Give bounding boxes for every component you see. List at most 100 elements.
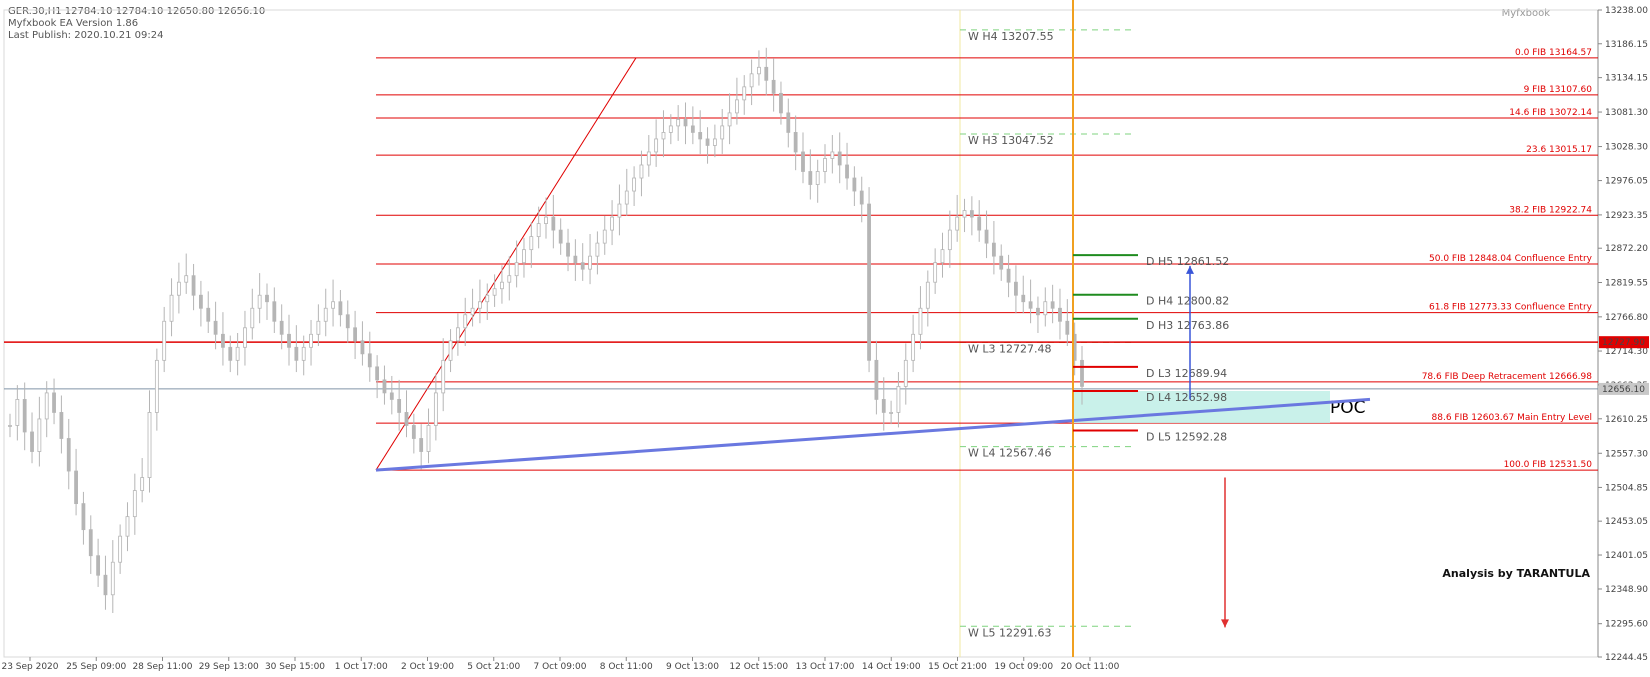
candle-body — [889, 412, 893, 414]
candle-body — [764, 66, 769, 81]
x-tick-label: 28 Sep 11:00 — [132, 662, 192, 672]
fib-label: 9 FIB 13107.60 — [1524, 85, 1593, 95]
candle-body — [81, 503, 86, 531]
y-tick-label: 12610.25 — [1605, 415, 1648, 425]
candle-body — [206, 307, 211, 322]
candle-body — [999, 255, 1004, 270]
x-tick-label: 14 Oct 19:00 — [862, 662, 921, 672]
candle-body — [595, 242, 600, 257]
candle-body — [823, 158, 827, 172]
candle-body — [125, 516, 130, 537]
x-tick-label: 25 Sep 09:00 — [66, 662, 126, 672]
candle-body — [661, 132, 666, 140]
candle-body — [1043, 301, 1048, 316]
candle-body — [279, 320, 284, 335]
candle-body — [933, 262, 938, 283]
candle-body — [492, 288, 497, 296]
candle-body — [272, 301, 277, 322]
candle-body — [881, 399, 886, 413]
y-tick-label: 12923.35 — [1605, 211, 1648, 221]
candle-body — [801, 151, 805, 172]
candle-body — [551, 216, 556, 231]
candle-body — [705, 138, 710, 146]
y-tick-label: 13081.30 — [1605, 108, 1648, 118]
y-tick-label: 12557.30 — [1605, 449, 1648, 459]
candle-body — [507, 275, 512, 283]
candle-body — [749, 73, 754, 88]
candle-body — [184, 275, 189, 283]
x-tick-label: 20 Oct 11:00 — [1061, 662, 1120, 672]
x-tick-label: 9 Oct 13:00 — [666, 662, 719, 672]
candle-body — [977, 216, 982, 231]
candle-body — [837, 151, 842, 166]
candle-body — [463, 314, 468, 329]
x-tick-label: 19 Oct 09:00 — [994, 662, 1053, 672]
candle-body — [984, 229, 989, 244]
candle-body — [903, 359, 908, 387]
candle-body — [382, 379, 387, 394]
candle-body — [250, 307, 255, 329]
y-tick-label: 13134.15 — [1605, 74, 1648, 84]
candle-body — [500, 281, 504, 290]
candle-body — [852, 177, 857, 192]
candle-body — [757, 66, 761, 75]
candle-body — [573, 255, 578, 264]
weekly-pivot-label: W H4 13207.55 — [968, 30, 1054, 43]
candle-body — [426, 425, 431, 452]
x-tick-label: 2 Oct 19:00 — [401, 662, 454, 672]
candle-body — [1080, 359, 1084, 387]
candle-body — [257, 294, 262, 309]
candle-body — [22, 399, 27, 433]
y-tick-label: 12976.05 — [1605, 177, 1648, 187]
candle-body — [815, 171, 820, 185]
candle-body — [419, 438, 424, 452]
fib-label: 78.6 FIB Deep Retracement 12666.98 — [1422, 372, 1593, 382]
candle-body — [30, 431, 34, 452]
candle-body — [176, 281, 181, 296]
candle-body — [698, 132, 703, 140]
x-tick-label: 5 Oct 21:00 — [467, 662, 520, 672]
daily-pivot-label: D H3 12763.86 — [1146, 319, 1229, 332]
candle-body — [654, 138, 659, 153]
fib-label: 14.6 FIB 13072.14 — [1509, 108, 1592, 118]
candle-body — [367, 353, 372, 368]
candle-body — [845, 164, 849, 179]
x-tick-label: 12 Oct 15:00 — [729, 662, 788, 672]
candle-body — [287, 333, 291, 348]
candle-body — [199, 294, 203, 309]
candle-body — [624, 190, 629, 205]
x-tick-label: 15 Oct 21:00 — [928, 662, 987, 672]
candle-body — [360, 340, 365, 355]
candle-body — [793, 132, 798, 153]
candle-body — [88, 529, 93, 557]
candle-body — [646, 151, 651, 166]
candle-body — [15, 399, 20, 426]
candle-body — [712, 138, 717, 146]
candle-body — [478, 301, 482, 309]
candle-body — [683, 119, 688, 127]
candle-body — [1006, 268, 1011, 283]
candle-body — [911, 333, 916, 361]
red-arrow-head — [1221, 619, 1229, 628]
fib-label: 100.0 FIB 12531.50 — [1504, 460, 1593, 470]
y-tick-label: 12819.55 — [1605, 278, 1648, 288]
candle-body — [265, 294, 269, 303]
y-tick-label: 12872.20 — [1605, 244, 1648, 254]
candle-body — [59, 412, 64, 439]
candle-body — [191, 275, 196, 296]
candle-body — [786, 112, 791, 133]
candle-body — [558, 229, 563, 244]
fib-label: 88.6 FIB 12603.67 Main Entry Level — [1432, 413, 1592, 423]
y-tick-label: 13186.15 — [1605, 40, 1648, 50]
candle-body — [110, 561, 115, 596]
fib-label: 23.6 13015.17 — [1526, 145, 1592, 155]
candle-body — [1021, 294, 1026, 303]
candle-body — [404, 412, 409, 426]
fib-label: 0.0 FIB 13164.57 — [1515, 48, 1592, 58]
candle-body — [690, 125, 695, 133]
candle-body — [221, 333, 225, 348]
candle-body — [147, 412, 152, 478]
candle-body — [1036, 307, 1040, 316]
daily-pivot-label: D L3 12689.94 — [1146, 367, 1227, 380]
current-price-text: 12656.10 — [1602, 385, 1645, 395]
